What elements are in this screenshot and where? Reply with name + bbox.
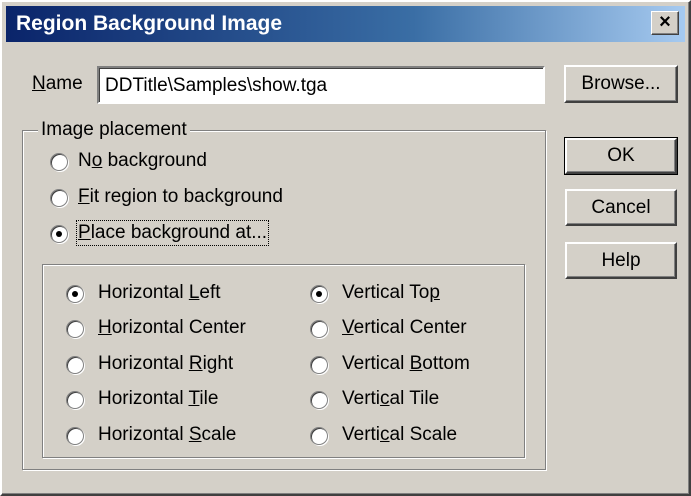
horizontal-tile-radio[interactable] — [66, 391, 84, 409]
vertical-top-label[interactable]: Vertical Top — [342, 282, 440, 304]
fit-region-label[interactable]: Fit region to background — [78, 186, 283, 208]
name-label: Name — [32, 73, 83, 94]
browse-button[interactable]: Browse... — [564, 65, 678, 103]
region-background-image-dialog: Region Background Image × Name DDTitle\S… — [0, 0, 691, 496]
horizontal-scale-radio[interactable] — [66, 427, 84, 445]
vertical-center-label[interactable]: Vertical Center — [342, 317, 467, 339]
horizontal-center-label[interactable]: Horizontal Center — [98, 317, 246, 339]
title-bar[interactable]: Region Background Image × — [6, 6, 685, 42]
no-background-label[interactable]: No background — [78, 150, 207, 172]
vertical-bottom-label[interactable]: Vertical Bottom — [342, 353, 470, 375]
place-background-at-label[interactable]: Place background at... — [75, 220, 270, 246]
ok-button[interactable]: OK — [564, 137, 678, 175]
horizontal-center-radio[interactable] — [66, 320, 84, 338]
horizontal-right-radio[interactable] — [66, 356, 84, 374]
vertical-tile-radio[interactable] — [310, 391, 328, 409]
cancel-button[interactable]: Cancel — [565, 189, 677, 226]
close-icon: × — [659, 11, 671, 33]
horizontal-right-label[interactable]: Horizontal Right — [98, 353, 233, 375]
image-placement-legend: Image placement — [38, 119, 190, 141]
help-button[interactable]: Help — [565, 242, 677, 279]
no-background-radio[interactable] — [50, 153, 68, 171]
vertical-tile-label[interactable]: Vertical Tile — [342, 388, 439, 410]
window-title: Region Background Image — [16, 12, 283, 35]
vertical-top-radio[interactable] — [310, 285, 328, 303]
close-button[interactable]: × — [651, 11, 679, 35]
horizontal-tile-label[interactable]: Horizontal Tile — [98, 388, 218, 410]
vertical-scale-radio[interactable] — [310, 427, 328, 445]
fit-region-radio[interactable] — [50, 189, 68, 207]
place-background-at-radio[interactable] — [50, 225, 68, 243]
vertical-bottom-radio[interactable] — [310, 356, 328, 374]
name-input[interactable]: DDTitle\Samples\show.tga — [97, 66, 545, 104]
horizontal-left-radio[interactable] — [66, 285, 84, 303]
horizontal-left-label[interactable]: Horizontal Left — [98, 282, 221, 304]
horizontal-scale-label[interactable]: Horizontal Scale — [98, 424, 236, 446]
vertical-center-radio[interactable] — [310, 320, 328, 338]
vertical-scale-label[interactable]: Vertical Scale — [342, 424, 457, 446]
